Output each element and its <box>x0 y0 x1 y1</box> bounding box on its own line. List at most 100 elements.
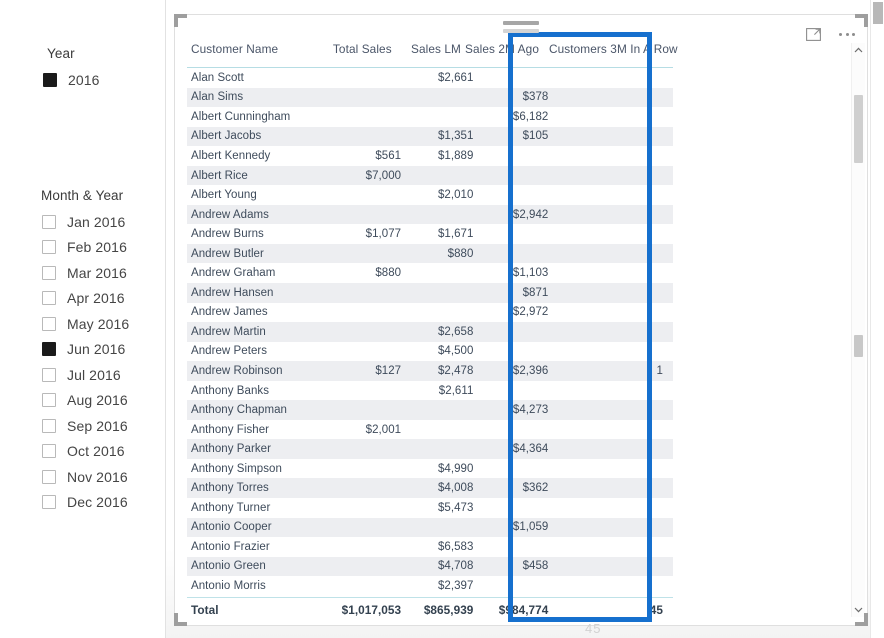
table-row[interactable]: Andrew Martin $2,658 <box>187 322 673 342</box>
total-sales-2m-ago: $984,774 <box>498 602 549 617</box>
slicer-item-oct-2016[interactable]: Oct 2016 <box>0 439 166 465</box>
cell-sales-2m-ago: $6,182 <box>512 110 549 123</box>
slicer-item-nov-2016[interactable]: Nov 2016 <box>0 464 166 490</box>
column-header-sales-lm[interactable]: Sales LM <box>397 41 465 56</box>
cell-customers-3m: 1 <box>656 364 663 377</box>
slicer-item-feb-2016[interactable]: Feb 2016 <box>0 235 166 261</box>
slicer-item-aug-2016[interactable]: Aug 2016 <box>0 388 166 414</box>
checkbox-icon[interactable] <box>42 444 56 459</box>
table-row[interactable]: Anthony Parker $4,364 <box>187 439 673 459</box>
table-row[interactable]: Albert Jacobs $1,351 $105 <box>187 126 673 147</box>
slicer-item-jul-2016[interactable]: Jul 2016 <box>0 362 166 388</box>
cell-customer-name: Anthony Turner <box>191 501 271 514</box>
cell-sales-lm: $4,708 <box>437 560 474 573</box>
table-row[interactable]: Albert Rice $7,000 <box>187 165 673 186</box>
slicer-item-jun-2016[interactable]: Jun 2016 <box>0 337 166 363</box>
cell-sales-lm: $1,889 <box>437 149 474 162</box>
checkbox-icon[interactable] <box>42 393 56 408</box>
scrollbar-thumb[interactable] <box>854 95 863 163</box>
cell-sales-lm: $5,473 <box>437 501 474 514</box>
column-header-sales-2m-ago[interactable]: Sales 2M Ago <box>465 41 543 56</box>
cell-customer-name: Andrew Peters <box>191 345 268 358</box>
cell-total-sales: $127 <box>375 364 402 377</box>
cell-customer-name: Albert Young <box>191 189 257 202</box>
cell-customer-name: Anthony Chapman <box>191 404 288 417</box>
table-row[interactable]: Anthony Fisher $2,001 <box>187 420 673 440</box>
slicer-item-apr-2016[interactable]: Apr 2016 <box>0 286 166 312</box>
table-row[interactable]: Antonio Morris $2,397 <box>187 576 673 596</box>
checkbox-icon[interactable] <box>42 367 56 382</box>
slicer-item-mar-2016[interactable]: Mar 2016 <box>0 260 166 286</box>
table-row[interactable]: Albert Cunningham $6,182 <box>187 107 673 127</box>
column-header-total-sales[interactable]: Total Sales <box>322 41 397 56</box>
slicer-item-jan-2016[interactable]: Jan 2016 <box>0 209 166 235</box>
table-row[interactable]: Antonio Frazier $6,583 <box>187 537 673 557</box>
slicer-item-dec-2016[interactable]: Dec 2016 <box>0 490 166 516</box>
cell-customer-name: Anthony Fisher <box>191 423 270 436</box>
table-row[interactable]: Alan Sims $378 <box>187 87 673 108</box>
cell-customer-name: Andrew James <box>191 306 268 319</box>
table-row[interactable]: Anthony Banks $2,611 <box>187 381 673 401</box>
table-row[interactable]: Alan Scott $2,661 <box>187 68 673 88</box>
table-row[interactable]: Anthony Chapman $4,273 <box>187 400 673 420</box>
checkbox-icon[interactable] <box>42 240 56 255</box>
scrollbar-thumb-secondary[interactable] <box>854 335 863 357</box>
drag-handle-icon[interactable] <box>503 21 539 37</box>
cell-sales-2m-ago: $2,972 <box>512 306 549 319</box>
table-row[interactable]: Antonio Green $4,708 $458 <box>187 556 673 577</box>
slicer-item-may-2016[interactable]: May 2016 <box>0 311 166 337</box>
checkbox-icon[interactable] <box>42 342 56 357</box>
cell-customer-name: Albert Kennedy <box>191 149 271 162</box>
table-row[interactable]: Andrew Peters $4,500 <box>187 342 673 362</box>
checkbox-icon[interactable] <box>42 214 56 229</box>
column-header-customers-3m-in-a-row[interactable]: Customers 3M In A Row <box>543 41 678 56</box>
table-row[interactable]: Andrew James $2,972 <box>187 303 673 323</box>
table-row[interactable]: Andrew Butler $880 <box>187 243 673 264</box>
checkbox-icon[interactable] <box>42 495 56 510</box>
table-row[interactable]: Anthony Torres $4,008 $362 <box>187 478 673 499</box>
resize-handle-top-left[interactable] <box>174 14 188 28</box>
table-row[interactable]: Albert Young $2,010 <box>187 185 673 205</box>
table-row[interactable]: Anthony Turner $5,473 <box>187 498 673 518</box>
year-slicer-items: 2016 <box>0 67 166 93</box>
table-row[interactable]: Albert Kennedy $561 $1,889 <box>187 146 673 166</box>
table-row[interactable]: Andrew Hansen $871 <box>187 283 673 303</box>
cell-sales-2m-ago: $105 <box>522 130 549 143</box>
checkbox-icon[interactable] <box>42 469 56 484</box>
cell-total-sales: $561 <box>375 149 402 162</box>
column-header-customer-name[interactable]: Customer Name <box>187 41 322 56</box>
table-row[interactable]: Andrew Adams $2,942 <box>187 204 673 225</box>
table-row[interactable]: Andrew Robinson $127 $2,478 $2,396 1 <box>187 361 673 381</box>
focus-mode-icon[interactable] <box>802 24 824 44</box>
checkbox-icon[interactable] <box>42 316 56 331</box>
checkbox-icon[interactable] <box>42 291 56 306</box>
cell-sales-lm: $2,010 <box>437 189 474 202</box>
scroll-up-icon[interactable] <box>852 43 865 57</box>
table-row[interactable]: Anthony Simpson $4,990 <box>187 459 673 479</box>
table-row[interactable]: Andrew Burns $1,077 $1,671 <box>187 224 673 244</box>
page-vertical-scrollbar[interactable] <box>870 0 884 638</box>
resize-handle-bottom-left[interactable] <box>174 612 188 626</box>
resize-handle-bottom-right[interactable] <box>854 612 868 626</box>
table-row[interactable]: Andrew Graham $880 $1,103 <box>187 263 673 283</box>
table-vertical-scrollbar[interactable] <box>851 43 865 617</box>
cell-customer-name: Andrew Burns <box>191 228 264 241</box>
total-label: Total <box>191 602 219 617</box>
cell-customer-name: Anthony Parker <box>191 443 271 456</box>
table-visual[interactable]: Customer Name Total Sales Sales LM Sales… <box>174 14 868 626</box>
cell-customer-name: Anthony Simpson <box>191 462 282 475</box>
checkbox-icon[interactable] <box>42 265 56 280</box>
resize-handle-top-right[interactable] <box>854 14 868 28</box>
cell-sales-lm: $2,658 <box>437 325 474 338</box>
cell-customer-name: Andrew Graham <box>191 267 276 280</box>
cell-sales-2m-ago: $2,396 <box>512 364 549 377</box>
checkbox-icon[interactable] <box>43 72 57 87</box>
slicer-item-label: Sep 2016 <box>67 417 128 434</box>
month-year-slicer-title: Month & Year <box>41 188 124 203</box>
page-scrollbar-thumb[interactable] <box>873 2 883 24</box>
slicer-item-label: Oct 2016 <box>67 443 125 460</box>
table-row[interactable]: Antonio Cooper $1,059 <box>187 517 673 538</box>
slicer-item-year-2016[interactable]: 2016 <box>0 67 166 93</box>
slicer-item-sep-2016[interactable]: Sep 2016 <box>0 413 166 439</box>
checkbox-icon[interactable] <box>42 418 56 433</box>
